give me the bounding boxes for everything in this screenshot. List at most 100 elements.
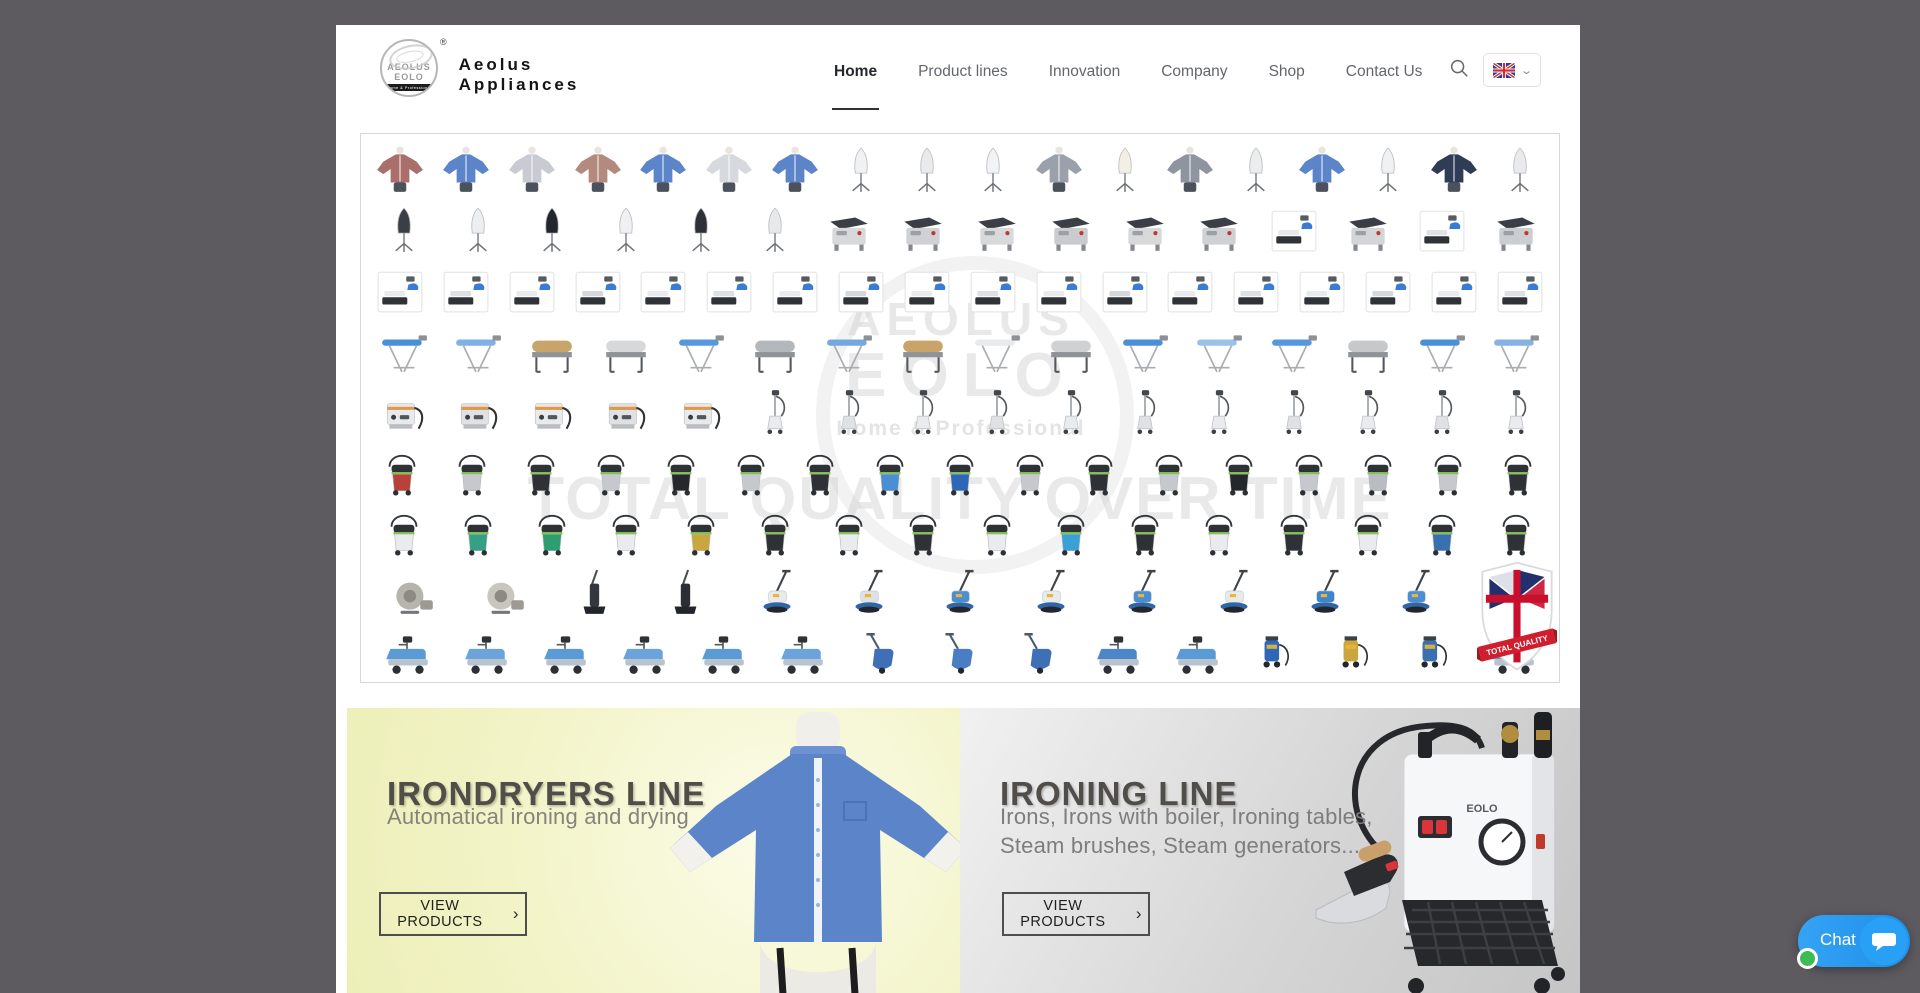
product-thumb-roller — [897, 326, 949, 376]
product-thumb-form — [835, 145, 887, 195]
product-thumb-washer — [1408, 628, 1460, 678]
product-thumb-boiler — [600, 387, 652, 437]
product-thumb-vacuum — [1119, 507, 1171, 557]
product-thumb-vacuum — [585, 447, 637, 497]
chat-bubble-icon — [1860, 917, 1908, 965]
product-thumb-vacuum — [526, 507, 578, 557]
product-thumb-rideon — [1092, 628, 1144, 678]
irondryer-shirt-image — [668, 710, 960, 993]
product-thumb-rideon — [381, 628, 433, 678]
product-thumb-rideon — [1171, 628, 1223, 678]
search-icon — [1448, 57, 1470, 79]
product-thumb-table — [1490, 326, 1542, 376]
product-thumb-press — [1342, 205, 1394, 255]
product-thumb-table — [675, 326, 727, 376]
chat-widget-button[interactable]: Chat — [1798, 915, 1910, 967]
product-thumb-form — [378, 205, 430, 255]
product-thumb-polisher — [934, 568, 986, 618]
nav-item-company[interactable]: Company — [1161, 63, 1227, 81]
hero-row-wetdry-vacuums — [367, 440, 1553, 497]
product-thumb-boiler — [526, 387, 578, 437]
view-products-label: VIEW PRODUCTS — [387, 898, 493, 930]
product-thumb-vacuum — [1283, 447, 1335, 497]
product-thumb-vacuum — [1004, 447, 1056, 497]
product-thumb-form — [452, 205, 504, 255]
product-thumb-polisher — [1390, 568, 1442, 618]
product-thumb-table — [378, 326, 430, 376]
product-thumb-form — [1494, 145, 1546, 195]
chevron-down-icon: ⌄ — [1520, 64, 1533, 77]
product-thumb-form — [600, 205, 652, 255]
product-thumb-minipress — [967, 266, 1019, 316]
product-thumb-vacuum — [675, 507, 727, 557]
product-thumb-vacuum — [823, 507, 875, 557]
product-thumb-minipress — [506, 266, 558, 316]
product-thumb-boiler — [378, 387, 430, 437]
view-products-button-irondryers[interactable]: VIEW PRODUCTS › — [379, 892, 527, 936]
nav-item-innovation[interactable]: Innovation — [1049, 63, 1121, 81]
product-thumb-upright — [660, 568, 712, 618]
nav-item-contact-us[interactable]: Contact Us — [1346, 63, 1423, 81]
hero-row-scrubber-dryers — [367, 621, 1553, 678]
product-thumb-minipress — [1099, 266, 1151, 316]
product-thumb-washer — [1329, 628, 1381, 678]
product-thumb-table — [1193, 326, 1245, 376]
main-nav: Home Product lines Innovation Company Shop Co… — [834, 63, 1422, 81]
online-status-dot — [1797, 948, 1818, 969]
product-thumb-polisher — [751, 568, 803, 618]
product-thumb-minipress — [769, 266, 821, 316]
product-thumb-polisher — [1208, 568, 1260, 618]
registered-mark: ® — [440, 37, 447, 47]
view-products-button-ironing[interactable]: VIEW PRODUCTS › — [1002, 892, 1150, 936]
product-thumb-vacuum — [1143, 447, 1195, 497]
product-thumb-rideon — [776, 628, 828, 678]
product-thumb-vacuum — [1045, 507, 1097, 557]
uk-flag-icon — [1493, 63, 1515, 78]
promo-ironing: EOLO IRONING LINE Irons, Irons with boil… — [960, 708, 1580, 993]
language-selector[interactable]: ⌄ — [1483, 53, 1541, 87]
product-thumb-minipress — [1230, 266, 1282, 316]
product-thumb-walkbehind — [1013, 628, 1065, 678]
product-thumb-form — [967, 145, 1019, 195]
product-thumb-rideon — [460, 628, 512, 678]
screen: AEOLUS EOLO Home & Professional ® Aeolus… — [0, 0, 1920, 993]
product-thumb-shirt — [637, 145, 689, 195]
product-thumb-roller — [526, 326, 578, 376]
product-thumb-vacuum — [1268, 507, 1320, 557]
logo-badge-icon: AEOLUS EOLO Home & Professional — [380, 39, 438, 97]
chevron-right-icon: › — [513, 904, 519, 924]
product-thumb-minipress — [1494, 266, 1546, 316]
product-thumb-vacuum — [725, 447, 777, 497]
product-thumb-shirt — [374, 145, 426, 195]
product-thumb-table — [1416, 326, 1468, 376]
nav-item-home[interactable]: Home — [834, 63, 877, 81]
product-thumb-walkbehind — [934, 628, 986, 678]
product-thumb-steamer — [971, 387, 1023, 437]
logo[interactable]: AEOLUS EOLO Home & Professional ® Aeolus… — [380, 39, 579, 97]
product-thumb-vacuum — [452, 507, 504, 557]
ironing-subtitle-line1: Irons, Irons with boiler, Ironing tables… — [1000, 802, 1373, 831]
product-thumb-vacuum — [1490, 507, 1542, 557]
product-thumb-form — [749, 205, 801, 255]
product-thumb-roller — [1045, 326, 1097, 376]
product-thumb-steamer — [897, 387, 949, 437]
product-thumb-minipress — [440, 266, 492, 316]
product-thumb-walkbehind — [855, 628, 907, 678]
product-thumb-vacuum — [1492, 447, 1544, 497]
product-thumb-minipress — [835, 266, 887, 316]
nav-item-shop[interactable]: Shop — [1269, 63, 1305, 81]
product-thumb-vacuum — [934, 447, 986, 497]
product-thumb-vacuum — [1342, 507, 1394, 557]
product-thumb-boiler — [675, 387, 727, 437]
hero-row-polishers-blowers — [367, 561, 1553, 618]
product-thumb-vacuum — [794, 447, 846, 497]
product-thumb-press — [1193, 205, 1245, 255]
hero-banner[interactable]: TOTAL QUALITY OVER TIME AEOLUS EOLO Home… — [360, 133, 1560, 683]
search-button[interactable] — [1448, 57, 1474, 83]
product-thumb-steamer — [1490, 387, 1542, 437]
nav-item-product-lines[interactable]: Product lines — [918, 63, 1008, 81]
product-thumb-form — [526, 205, 578, 255]
product-thumb-blower — [387, 568, 439, 618]
product-thumb-form — [1230, 145, 1282, 195]
product-thumb-steamer — [1342, 387, 1394, 437]
